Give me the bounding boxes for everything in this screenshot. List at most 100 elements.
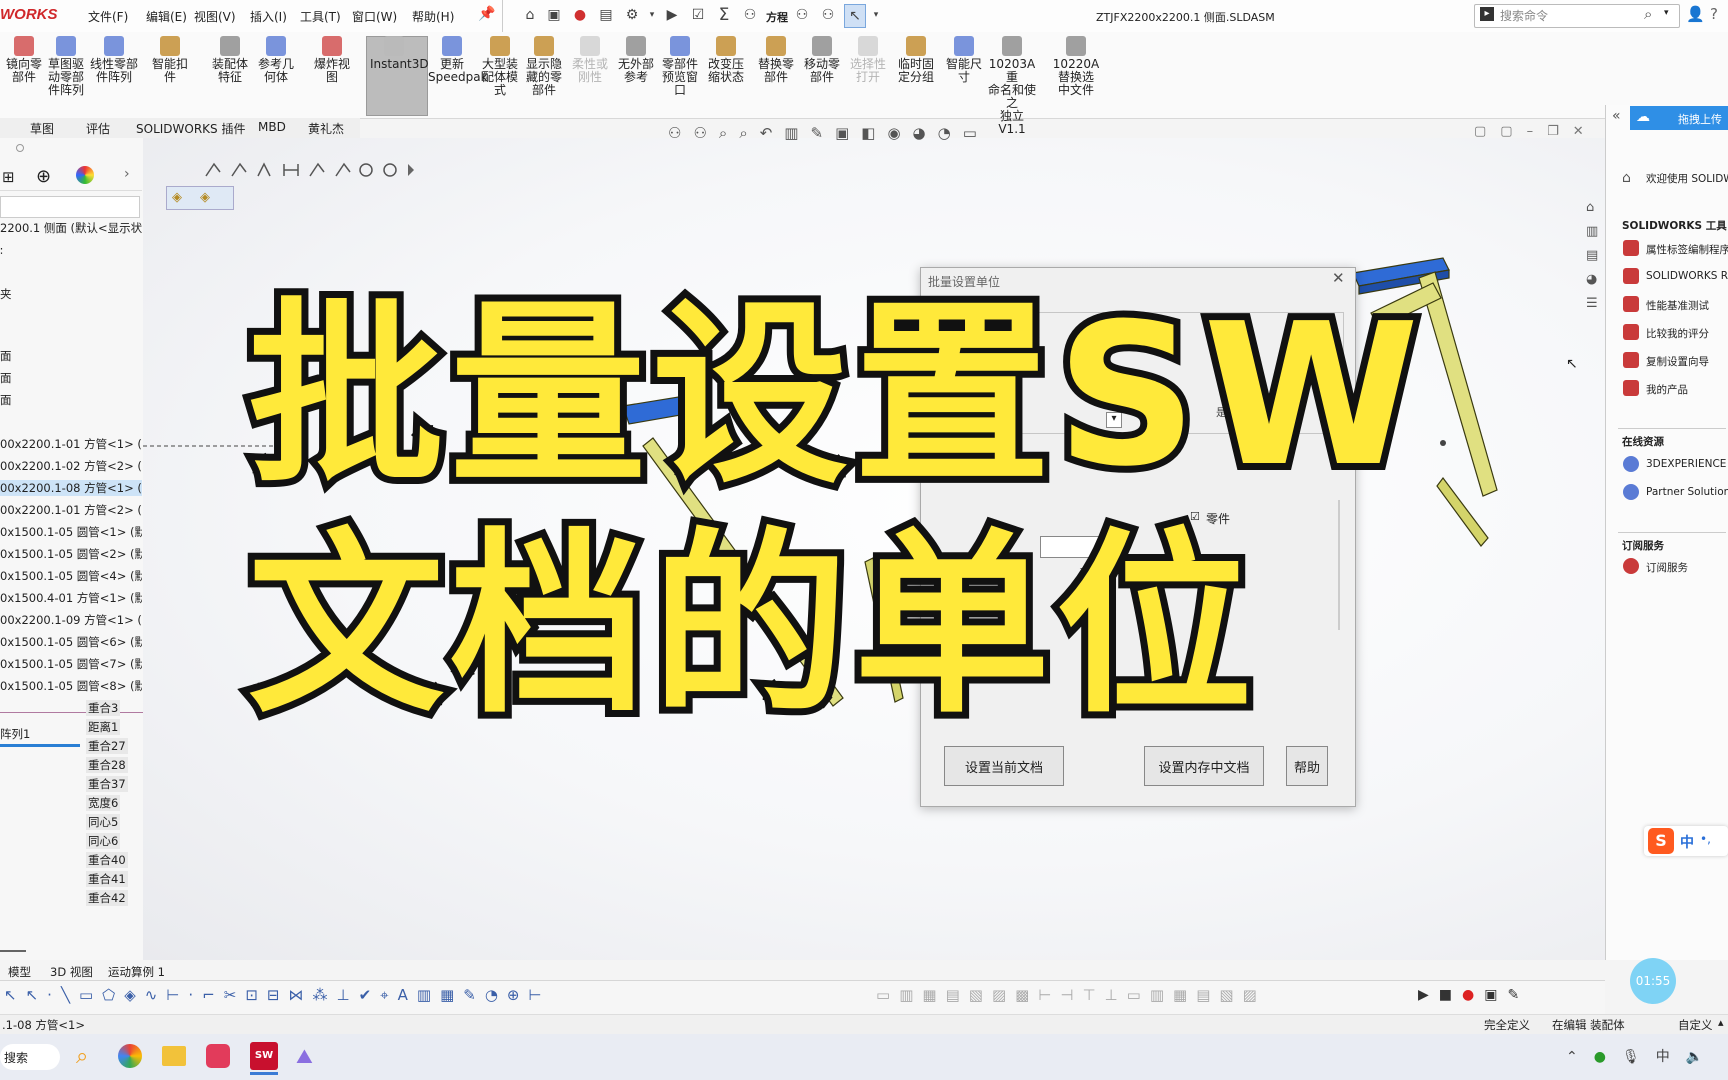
pin-icon[interactable]: ⊕ [507,986,529,1004]
command-button[interactable]: 智能扣 件 [146,36,194,84]
select-cursor-icon[interactable]: ↖ [844,4,866,28]
mate-item[interactable]: 重合42 [86,890,128,906]
configuration-crosshair-icon[interactable]: ⊕ [36,166,51,187]
tree-item[interactable]: 面 [0,392,142,408]
tool-link[interactable]: 属性标签编制程序 [1646,242,1728,257]
panel-splitter[interactable] [0,950,26,952]
chevron-down-icon[interactable]: ▾ [642,4,662,26]
tree-rollback-bar[interactable] [0,744,80,747]
ime-punct[interactable]: •, [1700,832,1711,846]
set-memory-documents-button[interactable]: 设置内存中文档 [1144,746,1264,786]
restore-icon[interactable]: ▢ [1474,124,1500,139]
maximize-icon[interactable]: ❐ [1547,124,1573,139]
wechat-icon[interactable]: ● [1594,1049,1622,1065]
tab[interactable]: SOLIDWORKS 插件 [136,120,245,137]
line-icon[interactable]: ╲ [61,986,79,1004]
tool-link[interactable]: 我的产品 [1646,382,1688,397]
command-button[interactable]: 爆炸视 图 [308,36,356,84]
tree-root-assembly[interactable]: 2200.1 侧面 (默认<显示状 [0,220,142,236]
balloon-icon[interactable]: ◔ [485,986,507,1004]
speaker-icon[interactable]: 🔈 [1686,1049,1719,1065]
command-button[interactable]: 大型装 配体模 式 [476,36,524,97]
file-explorer-icon[interactable]: ▤ [1586,244,1606,268]
pin-icon[interactable]: 📌 [478,6,495,22]
command-button[interactable]: 临时固 定分组 [892,36,940,84]
tree-item[interactable]: 0x1500.1-05 圆管<1> (默 [0,524,142,540]
command-button[interactable]: 装配体 特征 [206,36,254,84]
people-icon[interactable]: ⚇ [740,4,760,26]
search-magnifier-icon[interactable]: ⌕ [76,1044,88,1069]
quick-snap-icon[interactable]: ⌖ [380,986,397,1004]
tree-item[interactable]: 00x2200.1-09 方管<1> ( [0,612,142,628]
equations-button[interactable]: 方程 [766,9,788,25]
menu-item[interactable]: 文件(F) [88,8,128,25]
edit-icon[interactable]: ✎ [1507,987,1529,1003]
microphone-icon[interactable]: 🎙 [1622,1049,1656,1065]
text-icon[interactable]: A [398,986,417,1004]
mountain-app-icon[interactable]: ⛰ [296,1044,313,1068]
command-button[interactable]: 线性零部 件阵列 [90,36,138,84]
command-button[interactable]: 移动零 部件 [798,36,846,84]
select-cursor-icon[interactable]: ↖ [26,986,48,1004]
relations-icon[interactable]: ⊥ [337,986,359,1004]
close-icon[interactable]: ✕ [1573,124,1598,139]
mate-item[interactable]: 距离1 [86,719,121,735]
play-icon[interactable]: ▶ [662,4,682,26]
tool-link[interactable]: 复制设置向导 [1646,354,1709,369]
fillet-icon[interactable]: ⌐ [202,986,224,1004]
design-library-icon[interactable]: ▥ [1586,220,1606,244]
command-button[interactable]: 改变压 缩状态 [702,36,750,84]
command-button[interactable]: 替换零 部件 [752,36,800,84]
custom-properties-icon[interactable]: ☰ [1586,292,1606,316]
tab[interactable]: 黄礼杰 [308,120,344,137]
welcome-link[interactable]: 欢迎使用 SOLIDW [1646,171,1728,186]
tree-item[interactable]: 0x1500.1-05 圆管<4> (默 [0,568,142,584]
online-resource-link[interactable]: Partner Solution [1646,486,1728,498]
tool-link[interactable]: 性能基准测试 [1646,298,1709,313]
mirror-icon[interactable]: ⋈ [289,986,313,1004]
tree-item[interactable]: 00x2200.1-08 方管<1> ( [0,480,142,496]
tree-item[interactable]: 00x2200.1-02 方管<2> ( [0,458,142,474]
ime-language[interactable]: 中 [1680,832,1694,852]
bottom-tab[interactable]: 3D 视图 [50,964,93,980]
subscription-link[interactable]: 订阅服务 [1646,560,1688,575]
command-button[interactable]: 10220A 替换选 中文件 [1052,36,1100,97]
pattern-icon[interactable]: ⁂ [313,986,337,1004]
print-icon[interactable]: ▤ [596,4,616,26]
dimension-icon[interactable]: ⊢ [166,986,188,1004]
chevron-down-icon[interactable]: ▾ [1664,8,1669,18]
menu-item[interactable]: 视图(V) [194,8,236,25]
menu-item[interactable]: 编辑(E) [146,8,187,25]
command-button[interactable]: 草图驱 动零部 件阵列 [42,36,90,97]
online-resource-link[interactable]: 3DEXPERIENCE M [1646,458,1728,470]
home-icon[interactable]: ⌂ [1586,196,1606,220]
tab[interactable]: MBD [258,120,286,134]
ime-tray-icon[interactable]: 中 [1656,1049,1686,1065]
tree-item[interactable]: 0x1500.4-01 方管<1> (默 [0,590,142,606]
tree-item[interactable]: 0x1500.1-05 圆管<8> (默 [0,678,142,694]
tree-item[interactable]: 0x1500.1-05 圆管<6> (默 [0,634,142,650]
tree-item[interactable]: 夹 [0,286,142,302]
command-button[interactable]: 智能尺 寸 [940,36,988,84]
point-icon[interactable]: · [188,986,202,1004]
chart-icon[interactable]: ▥ [417,986,440,1004]
command-button[interactable]: 零部件 预览窗 口 [656,36,704,97]
check-sheet-icon[interactable]: ☑ [688,4,708,26]
bottom-tab[interactable]: 模型 [8,964,31,980]
bottom-tab[interactable]: 运动算例 1 [108,964,165,980]
stop-icon[interactable]: ■ [1439,987,1462,1003]
chevron-right-icon[interactable]: › [124,166,130,182]
export-icon[interactable]: ▣ [1484,987,1507,1003]
options-gear-icon[interactable]: ⚙ [622,4,642,26]
minimize-icon[interactable]: – [1527,124,1548,139]
chevron-down-icon[interactable]: ▾ [866,4,886,26]
appearance-icon[interactable] [76,166,94,184]
play-icon[interactable]: ▶ [1418,987,1439,1003]
mate-item[interactable]: 宽度6 [86,795,121,811]
trim-icon[interactable]: ✂ [224,986,246,1004]
solidworks-taskbar-icon[interactable]: SW [250,1042,278,1070]
command-button[interactable]: 镜向零 部件 [0,36,48,84]
file-explorer-icon[interactable] [162,1046,186,1066]
app-icon[interactable] [206,1044,230,1068]
tree-filter-input[interactable] [0,196,140,218]
